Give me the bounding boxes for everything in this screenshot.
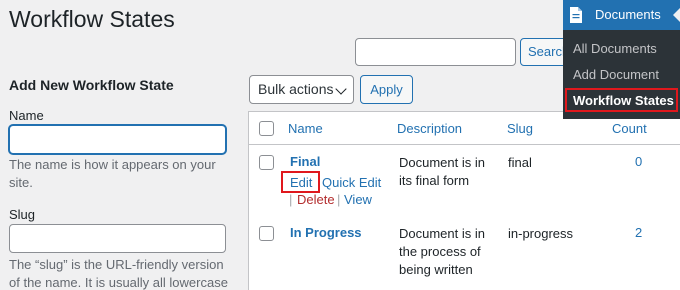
documents-menu-label: Documents (595, 7, 661, 22)
row-count-link[interactable]: 2 (635, 225, 642, 240)
action-separator: | (289, 192, 293, 207)
bulk-actions-select[interactable]: Bulk actions (249, 75, 354, 104)
chevron-down-icon (335, 83, 347, 95)
workflow-states-highlight-box (565, 88, 678, 112)
select-all-checkbox[interactable] (259, 121, 274, 136)
column-slug[interactable]: Slug (507, 121, 533, 136)
delete-link[interactable]: Delete (297, 192, 335, 207)
workflow-states-table: Name Description Slug Count Final Edit Q… (248, 111, 680, 290)
row-slug: final (508, 155, 532, 170)
document-icon (570, 7, 582, 23)
column-description[interactable]: Description (397, 121, 462, 136)
column-name[interactable]: Name (288, 121, 323, 136)
add-form-title: Add New Workflow State (9, 77, 174, 93)
name-input[interactable] (9, 125, 226, 154)
action-separator: | (337, 192, 341, 207)
row-slug: in-progress (508, 226, 574, 241)
bulk-actions-value: Bulk actions (258, 81, 334, 97)
edit-highlight-box (281, 171, 320, 193)
submenu-all-documents[interactable]: All Documents (573, 41, 657, 56)
name-label: Name (9, 108, 44, 123)
apply-button[interactable]: Apply (360, 75, 413, 104)
row-description: Document is in its final form (399, 155, 485, 188)
current-menu-arrow (673, 8, 680, 22)
row-checkbox[interactable] (259, 155, 274, 170)
row-title-link[interactable]: Final (290, 154, 320, 169)
submenu-add-document[interactable]: Add Document (573, 67, 659, 82)
admin-submenu: Documents All Documents Add Document Wor… (563, 0, 680, 119)
slug-help-text: The “slug” is the URL-friendly version o… (9, 257, 228, 290)
row-checkbox[interactable] (259, 226, 274, 241)
row-title-link[interactable]: In Progress (290, 225, 362, 240)
view-link[interactable]: View (344, 192, 372, 207)
slug-input[interactable] (9, 224, 226, 253)
row-count-link[interactable]: 0 (635, 154, 642, 169)
row-description: Document is in the process of being writ… (399, 226, 485, 277)
page-title: Workflow States (9, 6, 175, 32)
slug-label: Slug (9, 207, 36, 222)
search-input[interactable] (355, 38, 516, 66)
documents-menu-header[interactable]: Documents (563, 0, 680, 30)
column-count[interactable]: Count (612, 121, 647, 136)
name-help-text: The name is how it appears on your site. (9, 157, 216, 190)
quick-edit-link[interactable]: Quick Edit (322, 175, 381, 190)
